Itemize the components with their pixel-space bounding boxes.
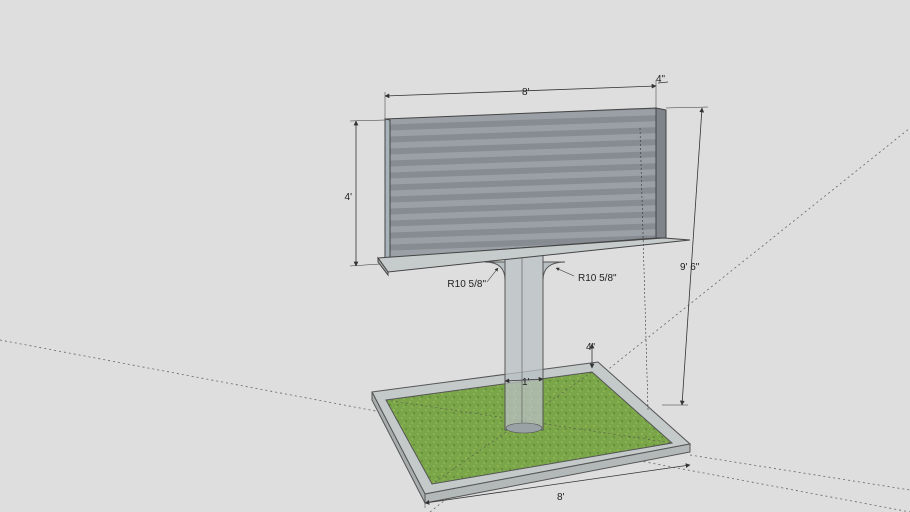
dim-radius-left: R10 5/8" [447, 279, 486, 290]
dim-radius-right: R10 5/8" [578, 273, 617, 284]
dim-sign-depth: 4" [656, 74, 666, 85]
sketchup-billboard-model: 8' 4" 4' 9' 6" R10 5/8" R10 5/8" 1' 4" 8… [0, 74, 910, 512]
dim-curb-height: 4" [586, 342, 596, 353]
dim-sign-height: 4' [345, 192, 353, 203]
dim-base-width: 8' [557, 492, 565, 503]
dimension-arrowhead-icon [384, 83, 657, 99]
dim-sign-width: 8' [522, 87, 530, 98]
dim-post-width: 1' [522, 377, 530, 388]
dim-overall-height: 9' 6" [680, 262, 700, 273]
